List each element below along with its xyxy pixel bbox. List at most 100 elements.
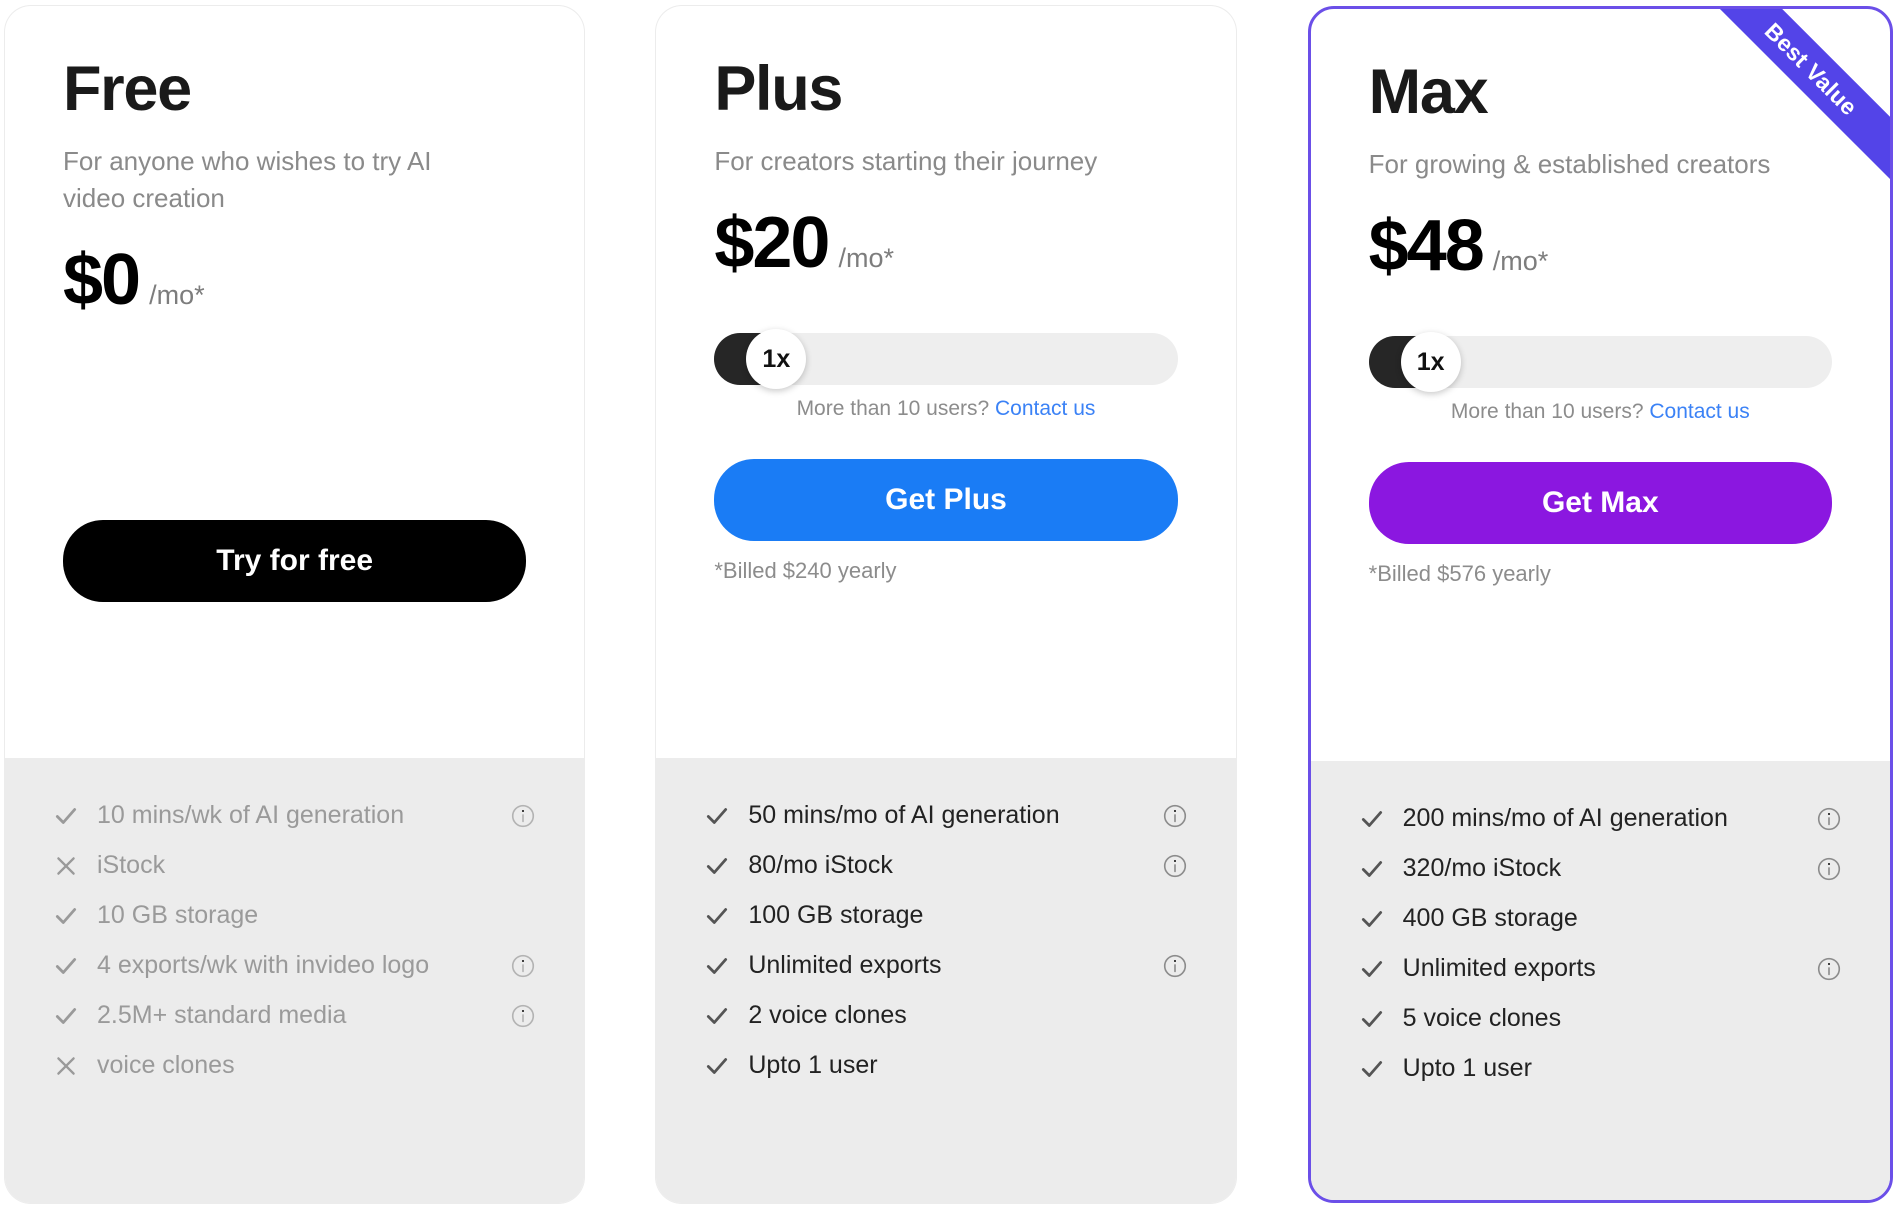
plan-card-max: Best Value Max For growing & established c… bbox=[1307, 6, 1893, 1203]
check-icon bbox=[1359, 856, 1385, 882]
plan-price-period: /mo* bbox=[1492, 245, 1549, 276]
cta-button-plus[interactable]: Get Plus bbox=[714, 459, 1178, 542]
info-icon-placeholder bbox=[1162, 1053, 1188, 1079]
user-count-slider[interactable]: 1x bbox=[714, 329, 1178, 390]
check-icon bbox=[704, 1003, 730, 1029]
slider-thumb[interactable]: 1x bbox=[1400, 332, 1461, 393]
feature-row: 10 GB storage bbox=[53, 900, 536, 932]
feature-row: Upto 1 user bbox=[1359, 1053, 1842, 1085]
slider-note-text: More than 10 users? bbox=[1450, 400, 1644, 424]
plan-price-period: /mo* bbox=[149, 279, 205, 310]
info-icon[interactable] bbox=[510, 953, 536, 979]
user-count-slider-block: 1x More than 10 users? Contact us bbox=[714, 329, 1178, 421]
header-spacer bbox=[63, 326, 526, 482]
cross-icon bbox=[53, 1053, 79, 1079]
info-icon-placeholder bbox=[510, 1053, 536, 1079]
plan-price-amount: $0 bbox=[63, 239, 141, 320]
check-icon bbox=[704, 953, 730, 979]
check-icon bbox=[704, 1053, 730, 1079]
slider-note-text: More than 10 users? bbox=[796, 397, 990, 421]
slider-thumb[interactable]: 1x bbox=[746, 329, 807, 390]
feature-row: iStock bbox=[53, 850, 536, 882]
feature-label: 2.5M+ standard media bbox=[97, 1001, 347, 1030]
check-icon bbox=[53, 903, 79, 929]
plan-header-free: Free For anyone who wishes to try AI vide… bbox=[5, 6, 584, 758]
info-icon[interactable] bbox=[1162, 953, 1188, 979]
feature-label: 200 mins/mo of AI generation bbox=[1402, 804, 1728, 833]
feature-row: 2.5M+ standard media bbox=[53, 1000, 536, 1032]
contact-us-link[interactable]: Contact us bbox=[1649, 400, 1749, 423]
header-bottom-spacer bbox=[1369, 587, 1832, 761]
feature-label: Unlimited exports bbox=[1402, 954, 1596, 983]
plan-price-row: $20/mo* bbox=[714, 203, 1177, 283]
pricing-plans-grid: Free For anyone who wishes to try AI vide… bbox=[0, 0, 1897, 1211]
billing-note: *Billed $576 yearly bbox=[1368, 561, 1551, 587]
plan-price-row: $0/mo* bbox=[63, 239, 526, 320]
plan-header-plus: Plus For creators starting their journey $… bbox=[656, 6, 1235, 758]
check-icon bbox=[53, 803, 79, 829]
feature-row: 4 exports/wk with invideo logo bbox=[53, 950, 536, 982]
info-icon[interactable] bbox=[510, 803, 536, 829]
info-icon-placeholder bbox=[1162, 1003, 1188, 1029]
cta-block: Try for free bbox=[63, 520, 527, 602]
plan-tagline: For creators starting their journey bbox=[714, 146, 1098, 176]
feature-label: 80/mo iStock bbox=[748, 851, 893, 880]
user-count-slider[interactable]: 1x bbox=[1368, 332, 1832, 393]
user-count-slider-block: 1x More than 10 users? Contact us bbox=[1368, 332, 1832, 424]
check-icon bbox=[704, 903, 730, 929]
info-icon[interactable] bbox=[510, 1003, 536, 1029]
feature-row: 100 GB storage bbox=[704, 900, 1187, 932]
plan-tagline: For anyone who wishes to try AI video cr… bbox=[63, 146, 432, 213]
plan-features-max: 200 mins/mo of AI generation 320/mo iStoc… bbox=[1310, 761, 1890, 1200]
check-icon bbox=[704, 853, 730, 879]
info-icon-placeholder bbox=[1816, 906, 1842, 932]
check-icon bbox=[53, 1003, 79, 1029]
feature-label: 100 GB storage bbox=[748, 901, 924, 930]
feature-label: 10 mins/wk of AI generation bbox=[97, 801, 405, 830]
feature-label: 50 mins/mo of AI generation bbox=[748, 801, 1060, 830]
feature-row: Unlimited exports bbox=[1359, 953, 1842, 985]
feature-label: 5 voice clones bbox=[1402, 1004, 1562, 1033]
feature-label: Upto 1 user bbox=[1402, 1054, 1532, 1083]
feature-row: 80/mo iStock bbox=[704, 850, 1187, 882]
feature-label: 400 GB storage bbox=[1402, 904, 1578, 933]
cross-icon bbox=[53, 853, 79, 879]
feature-label: 4 exports/wk with invideo logo bbox=[97, 951, 430, 980]
info-icon-placeholder bbox=[1162, 903, 1188, 929]
plan-price-period: /mo* bbox=[838, 242, 894, 273]
info-icon-placeholder bbox=[510, 903, 536, 929]
feature-label: Upto 1 user bbox=[748, 1051, 878, 1080]
info-icon[interactable] bbox=[1816, 806, 1842, 832]
cta-block: Get Plus *Billed $240 yearly bbox=[714, 459, 1178, 584]
billing-note: *Billed $240 yearly bbox=[714, 558, 897, 584]
info-icon[interactable] bbox=[1816, 856, 1842, 882]
feature-row: 10 mins/wk of AI generation bbox=[53, 800, 536, 832]
plan-name: Free bbox=[63, 54, 192, 124]
info-icon[interactable] bbox=[1162, 853, 1188, 879]
feature-label: voice clones bbox=[97, 1051, 235, 1080]
feature-row: 50 mins/mo of AI generation bbox=[704, 800, 1187, 832]
header-bottom-spacer bbox=[714, 584, 1177, 758]
info-icon-placeholder bbox=[510, 853, 536, 879]
feature-row: 400 GB storage bbox=[1359, 903, 1842, 935]
plan-price-row: $48/mo* bbox=[1368, 205, 1832, 286]
feature-label: 10 GB storage bbox=[97, 901, 259, 930]
feature-row: Upto 1 user bbox=[704, 1050, 1187, 1082]
check-icon bbox=[1359, 806, 1385, 832]
plan-price-amount: $48 bbox=[1368, 205, 1485, 286]
plan-card-free: Free For anyone who wishes to try AI vide… bbox=[5, 6, 585, 1203]
contact-us-link[interactable]: Contact us bbox=[995, 397, 1095, 420]
check-icon bbox=[704, 803, 730, 829]
feature-row: 5 voice clones bbox=[1359, 1003, 1842, 1035]
check-icon bbox=[53, 953, 79, 979]
cta-button-max[interactable]: Get Max bbox=[1368, 462, 1832, 545]
feature-row: 2 voice clones bbox=[704, 1000, 1187, 1032]
slider-note: More than 10 users? Contact us bbox=[1369, 400, 1832, 424]
info-icon[interactable] bbox=[1162, 803, 1188, 829]
check-icon bbox=[1359, 1056, 1385, 1082]
info-icon[interactable] bbox=[1816, 956, 1842, 982]
plan-name: Max bbox=[1368, 57, 1489, 127]
cta-button-free[interactable]: Try for free bbox=[63, 520, 527, 602]
feature-row: 320/mo iStock bbox=[1359, 853, 1842, 885]
plan-name: Plus bbox=[714, 54, 843, 124]
